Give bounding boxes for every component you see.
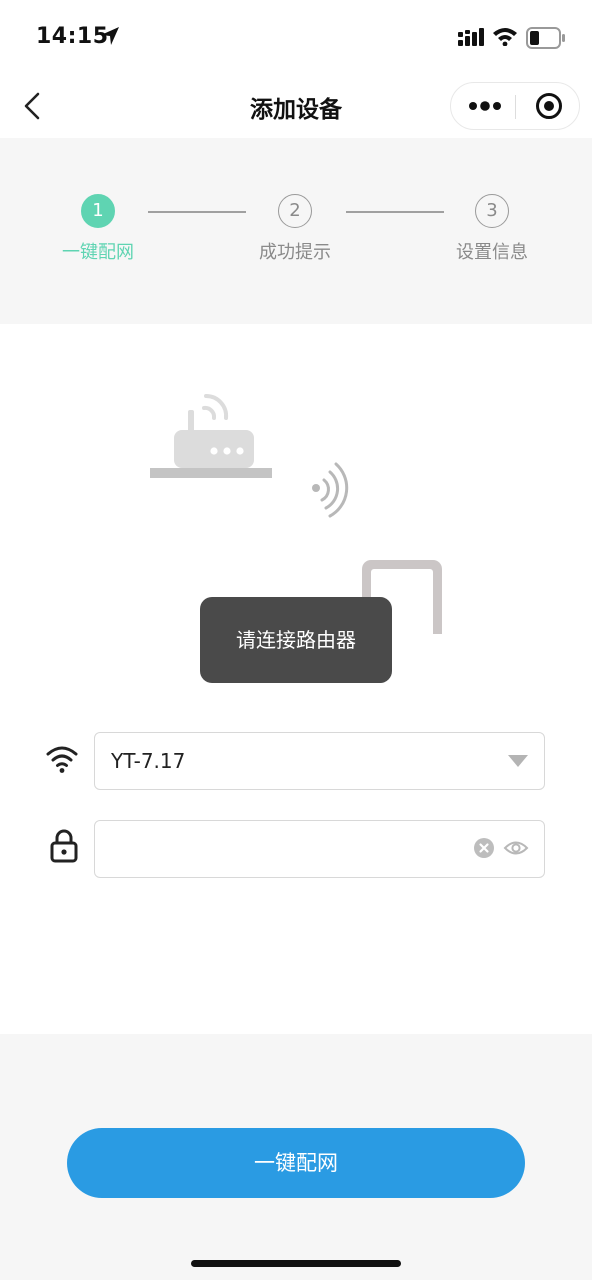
step-number: 3 xyxy=(475,194,509,228)
one-click-network-button[interactable]: 一键配网 xyxy=(67,1128,525,1198)
step-label: 成功提示 xyxy=(259,242,331,263)
more-button[interactable] xyxy=(451,83,515,129)
step-number: 2 xyxy=(278,194,312,228)
step-1: 1 一键配网 xyxy=(38,194,158,264)
router-icon xyxy=(150,393,272,478)
signal-waves-icon xyxy=(312,462,349,518)
battery-icon xyxy=(526,27,565,49)
password-field xyxy=(94,820,545,878)
password-input[interactable] xyxy=(109,831,459,867)
step-2: 2 成功提示 xyxy=(235,194,355,264)
ssid-select[interactable]: YT-7.17 xyxy=(94,732,545,790)
status-bar: 14:15 xyxy=(0,0,592,76)
status-time: 14:15 xyxy=(36,24,109,49)
wifi-icon xyxy=(46,746,78,773)
capsule-divider xyxy=(515,95,516,119)
mini-program-capsule xyxy=(450,82,580,130)
step-number: 1 xyxy=(81,194,115,228)
step-label: 设置信息 xyxy=(456,242,528,263)
more-dots-icon xyxy=(469,101,501,111)
step-connector xyxy=(148,211,246,213)
wifi-icon xyxy=(493,28,517,46)
eye-icon[interactable] xyxy=(503,837,529,859)
nav-bar: 添加设备 xyxy=(0,76,592,138)
step-indicator: 1 一键配网 2 成功提示 3 设置信息 xyxy=(0,138,592,324)
screen: 14:15 添加设备 1 一键配网 2 成功提示 3 设置信息 请连接路由器 Y… xyxy=(0,0,592,1280)
target-circle-icon xyxy=(536,93,562,119)
cellular-signal-icon xyxy=(458,28,484,46)
location-arrow-icon xyxy=(101,27,119,45)
bottom-bar: 一键配网 xyxy=(0,1034,592,1280)
main-content: 请连接路由器 YT-7.17 xyxy=(0,324,592,1034)
home-indicator xyxy=(191,1260,401,1267)
step-3: 3 设置信息 xyxy=(432,194,552,264)
toast-message: 请连接路由器 xyxy=(200,597,392,683)
dropdown-arrow-icon xyxy=(508,755,528,767)
clear-icon[interactable] xyxy=(473,837,495,859)
ssid-value: YT-7.17 xyxy=(111,749,186,773)
lock-icon xyxy=(50,829,78,863)
step-connector xyxy=(346,211,444,213)
step-label: 一键配网 xyxy=(62,242,134,263)
close-mini-program-button[interactable] xyxy=(517,83,579,129)
